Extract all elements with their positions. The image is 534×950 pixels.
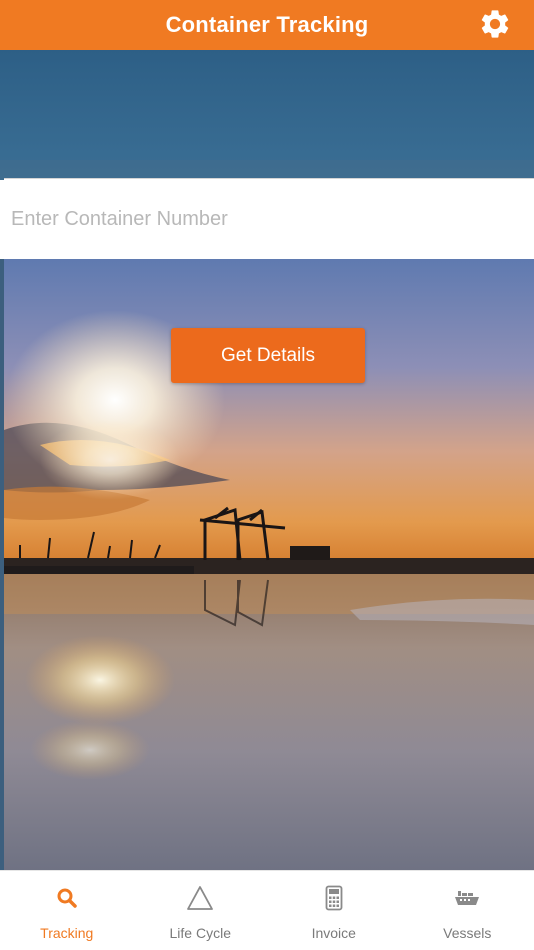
page-title: Container Tracking	[165, 12, 369, 37]
harbor-background-image	[0, 50, 534, 870]
tab-vessels-label: Vessels	[443, 925, 492, 941]
tab-invoice-label: Invoice	[311, 925, 356, 941]
gear-icon	[481, 10, 509, 38]
settings-button[interactable]	[476, 5, 514, 43]
ship-icon	[452, 883, 482, 913]
tab-life-cycle-label: Life Cycle	[169, 925, 231, 941]
app-header: Container Tracking	[0, 0, 534, 50]
tab-life-cycle[interactable]: Life Cycle	[134, 871, 268, 950]
triangle-icon	[185, 883, 215, 913]
bottom-tab-bar: Tracking Life Cycle Invoice Vessels	[0, 870, 534, 950]
tab-tracking-label: Tracking	[40, 925, 94, 941]
get-details-button[interactable]: Get Details	[171, 328, 365, 383]
container-number-input[interactable]	[11, 179, 534, 259]
search-icon	[52, 883, 82, 913]
tab-vessels[interactable]: Vessels	[401, 871, 534, 950]
container-number-field[interactable]	[4, 178, 534, 259]
calculator-icon	[319, 883, 349, 913]
tab-tracking[interactable]: Tracking	[0, 871, 134, 950]
tab-invoice[interactable]: Invoice	[267, 871, 401, 950]
